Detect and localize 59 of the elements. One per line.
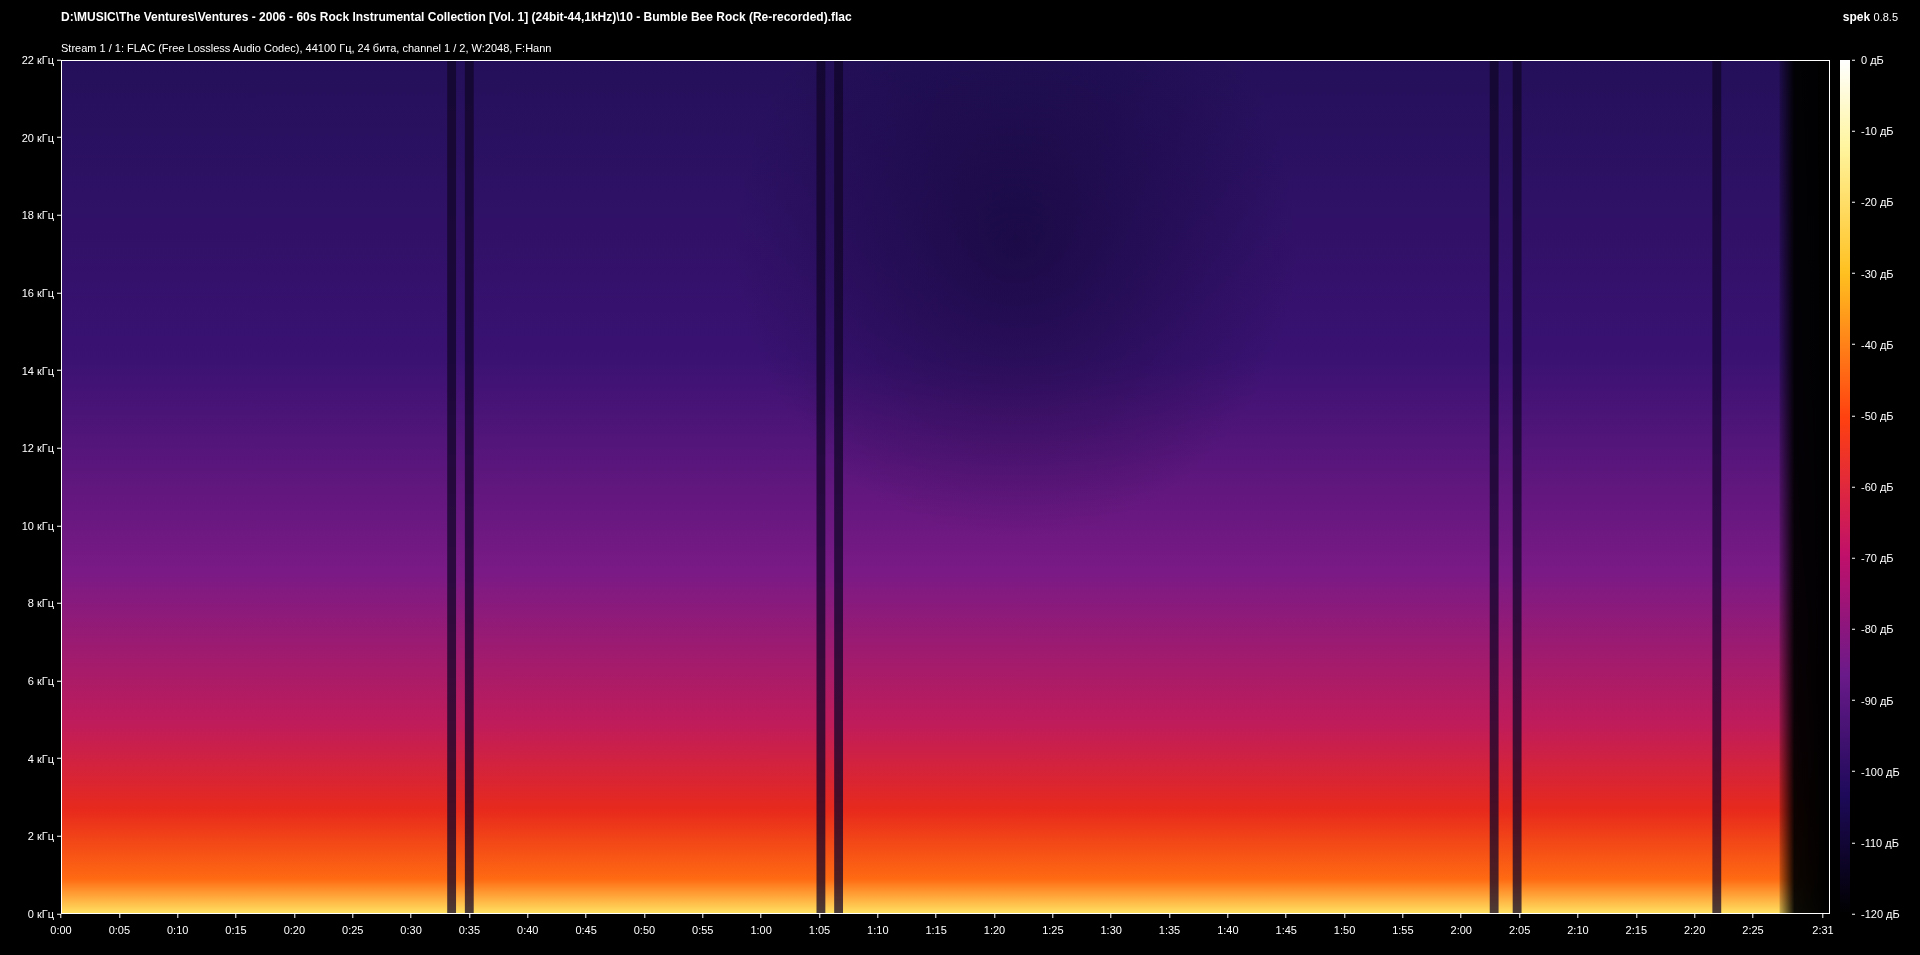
time-label: 1:55 [1392,923,1414,938]
decibel-label: -110 дБ [1861,835,1899,851]
time-label: 0:50 [633,923,656,938]
decibel-label: -80 дБ [1861,622,1894,638]
decibel-label: -120 дБ [1861,906,1900,922]
time-label: 1:15 [925,923,947,938]
decibel-label: -50 дБ [1861,408,1894,424]
time-label: 1:35 [1158,923,1181,938]
decibel-label: -100 дБ [1861,764,1900,780]
time-label: 2:00 [1450,923,1472,938]
time-label: 0:20 [283,923,306,938]
time-label: 1:00 [750,923,772,938]
frequency-label: 12 кГц [21,440,54,456]
decibel-label: 0 дБ [1861,52,1884,68]
decibel-label: -90 дБ [1861,693,1894,709]
decibel-label: -20 дБ [1861,195,1894,211]
time-label: 0:30 [400,923,422,938]
decibel-label: -70 дБ [1861,550,1894,566]
app-name: spek 0.8.5 [1842,9,1898,26]
time-label: 0:45 [575,923,597,938]
time-label: 1:20 [983,923,1006,938]
time-label: 2:10 [1567,923,1589,938]
time-label: 1:40 [1217,923,1239,938]
file-path-title: D:\MUSIC\The Ventures\Ventures - 2006 - 60s Rock Instrumental Collection [Vol. 1] (24bit-44,1kHz)\10 - Bumble Bee Rock (Re-recorded).flac [61,9,852,26]
decibel-label: -10 дБ [1861,123,1894,139]
time-label: 1:10 [867,923,889,938]
frequency-label: 16 кГц [21,285,54,301]
time-label: 0:55 [692,923,714,938]
time-label: 1:50 [1333,923,1356,938]
time-label: 1:25 [1042,923,1064,938]
frequency-label: 4 кГц [27,751,54,767]
time-label: 0:10 [167,923,189,938]
frequency-label: 2 кГц [27,829,54,845]
time-label: 2:25 [1742,923,1764,938]
frequency-label: 20 кГц [21,130,54,146]
time-label: 1:30 [1100,923,1122,938]
time-label: 0:05 [108,923,131,938]
time-label: 0:00 [50,923,72,938]
time-label: 2:05 [1508,923,1531,938]
stream-info: Stream 1 / 1: FLAC (Free Lossless Audio Codec), 44100 Гц, 24 бита, channel 1 / 2, W:2048, F:Hann [61,42,552,54]
time-label: 0:35 [458,923,481,938]
time-label: 2:15 [1625,923,1647,938]
frequency-label: 0 кГц [27,906,54,922]
frequency-label: 22 кГц [21,52,54,68]
time-label: 0:15 [225,923,247,938]
frequency-label: 6 кГц [27,673,54,689]
time-label: 2:31 [1812,923,1834,938]
frequency-label: 8 кГц [27,596,54,612]
time-label: 0:40 [517,923,539,938]
time-label: 2:20 [1683,923,1706,938]
decibel-label: -30 дБ [1861,266,1894,282]
time-label: 0:25 [342,923,364,938]
decibel-label: -40 дБ [1861,337,1894,353]
time-label: 1:45 [1275,923,1297,938]
decibel-label: -60 дБ [1861,479,1894,495]
time-label: 1:05 [808,923,831,938]
frequency-label: 14 кГц [21,363,54,379]
frequency-label: 18 кГц [21,208,54,223]
frequency-label: 10 кГц [21,518,54,534]
